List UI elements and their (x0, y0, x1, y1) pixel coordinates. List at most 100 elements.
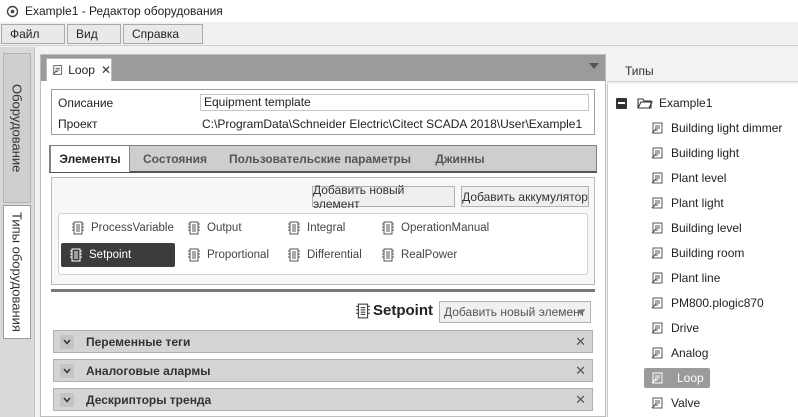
equipment-type-icon (651, 372, 663, 384)
element-item[interactable]: RealPower (373, 243, 503, 267)
selected-element-title: Setpoint (373, 302, 433, 319)
equipment-type-icon (651, 172, 663, 184)
types-panel-header: Типы (607, 54, 798, 82)
tree-item-label: Building room (671, 246, 745, 260)
equipment-type-icon (651, 197, 663, 209)
element-item[interactable]: OperationManual (373, 216, 503, 240)
tree-item-label: Plant light (671, 196, 724, 210)
types-panel: Типы Example1 Building light dimmer Buil… (607, 54, 798, 417)
chevron-down-icon[interactable] (60, 363, 74, 378)
element-label: RealPower (401, 249, 458, 261)
title-bar: Example1 - Редактор оборудования (0, 0, 798, 22)
tree-item-selected[interactable]: Loop (644, 367, 710, 389)
tree-item[interactable]: Building room (651, 242, 744, 264)
close-icon[interactable]: ✕ (575, 392, 586, 408)
equipment-type-icon (651, 397, 663, 409)
tab-elements[interactable]: Элементы (50, 146, 130, 172)
tree-item[interactable]: Plant level (651, 167, 726, 189)
equipment-type-icon (651, 297, 663, 309)
close-icon[interactable]: ✕ (575, 334, 586, 350)
chevron-down-icon (577, 310, 585, 315)
equipment-type-icon (651, 122, 663, 134)
menu-help[interactable]: Справка (123, 24, 203, 44)
add-new-element-dropdown-label: Добавить новый элемент (444, 305, 586, 319)
element-item[interactable]: Output (179, 216, 279, 240)
tab-states[interactable]: Состояния (132, 146, 218, 172)
element-label: Integral (307, 222, 346, 234)
tab-equipment[interactable]: Оборудование (3, 53, 31, 203)
element-icon (288, 248, 300, 262)
tree-item[interactable]: PM800.plogic870 (651, 292, 764, 314)
element-label: Output (207, 222, 242, 234)
selected-element-header: Setpoint Добавить новый элемент (353, 299, 595, 323)
section-variable-tags[interactable]: Переменные теги ✕ (53, 330, 593, 353)
tree-item-label: Building light (671, 146, 740, 160)
content-tabs: Элементы Состояния Пользовательские пара… (49, 145, 597, 173)
tree-item-label: Valve (671, 396, 701, 410)
tree-item[interactable]: Drive (651, 317, 699, 339)
close-icon[interactable]: ✕ (575, 363, 586, 379)
element-icon (188, 221, 200, 235)
equipment-type-icon (651, 147, 663, 159)
tree-item-label: Building level (671, 221, 742, 235)
element-icon (288, 221, 300, 235)
document-tab-label: Loop (68, 63, 95, 77)
tree-item-label: Plant line (671, 271, 721, 285)
add-element-button[interactable]: Добавить новый элемент (312, 183, 455, 211)
section-analog-alarms[interactable]: Аналоговые алармы ✕ (53, 359, 593, 382)
element-icon (356, 303, 370, 319)
section-title: Дескрипторы тренда (86, 392, 212, 407)
tree-item[interactable]: Plant line (651, 267, 720, 289)
add-accumulator-button[interactable]: Добавить аккумулятор (461, 186, 589, 207)
tab-list-dropdown-icon[interactable] (589, 63, 599, 69)
collapse-icon[interactable] (616, 97, 627, 109)
tree-item-label: Loop (677, 371, 704, 385)
tab-equipment-types[interactable]: Типы оборудования (3, 205, 31, 339)
app-icon (6, 5, 19, 18)
tab-custom-parameters[interactable]: Пользовательские параметры (222, 146, 418, 172)
element-label: Proportional (207, 249, 270, 261)
tree-item[interactable]: Plant light (651, 192, 724, 214)
document-area: Loop ✕ Описание Equipment template Проек… (40, 54, 606, 417)
equipment-type-icon (651, 247, 663, 259)
section-title: Переменные теги (86, 334, 191, 349)
splitter[interactable] (51, 289, 595, 292)
tree-item-label: Drive (671, 321, 700, 335)
tree-root[interactable]: Example1 (616, 92, 712, 114)
element-item[interactable]: Differential (279, 243, 373, 267)
tree-item[interactable]: Valve (651, 392, 700, 414)
menu-file[interactable]: Файл (1, 24, 65, 44)
tree-item[interactable]: Building level (651, 217, 742, 239)
types-tree: Example1 Building light dimmer Building … (607, 84, 798, 417)
menu-view[interactable]: Вид (67, 24, 121, 44)
tree-item-label: Analog (671, 346, 709, 360)
document-tab-loop[interactable]: Loop ✕ (46, 58, 112, 81)
project-path: C:\ProgramData\Schneider Electric\Citect… (202, 117, 583, 131)
info-box: Описание Equipment template Проект C:\Pr… (51, 89, 595, 135)
element-item-selected[interactable]: Setpoint (61, 243, 175, 267)
equipment-type-icon (651, 347, 663, 359)
tree-item[interactable]: Building light dimmer (651, 117, 782, 139)
section-trend-descriptors[interactable]: Дескрипторы тренда ✕ (53, 388, 593, 411)
tab-equipment-label: Оборудование (9, 83, 25, 173)
elements-panel: Добавить новый элемент Добавить аккумуля… (51, 177, 595, 285)
element-item[interactable]: Integral (279, 216, 373, 240)
tree-item[interactable]: Building light (651, 142, 739, 164)
description-field[interactable]: Equipment template (200, 94, 589, 111)
tree-root-label: Example1 (659, 96, 713, 110)
element-item[interactable]: ProcessVariable (63, 216, 179, 240)
close-tab-icon[interactable]: ✕ (101, 63, 111, 77)
tree-item-label: PM800.plogic870 (671, 296, 764, 310)
tree-item-label: Building light dimmer (671, 121, 783, 135)
element-icon (382, 221, 394, 235)
element-item[interactable]: Proportional (179, 243, 279, 267)
chevron-down-icon[interactable] (60, 334, 74, 349)
tree-item[interactable]: Analog (651, 342, 708, 364)
tab-genies[interactable]: Джинны (422, 146, 498, 172)
element-icon (188, 248, 200, 262)
folder-open-icon (637, 98, 653, 109)
tree-item-label: Plant level (671, 171, 727, 185)
chevron-down-icon[interactable] (60, 392, 74, 407)
add-new-element-dropdown[interactable]: Добавить новый элемент (439, 301, 591, 323)
element-label: ProcessVariable (91, 222, 174, 234)
